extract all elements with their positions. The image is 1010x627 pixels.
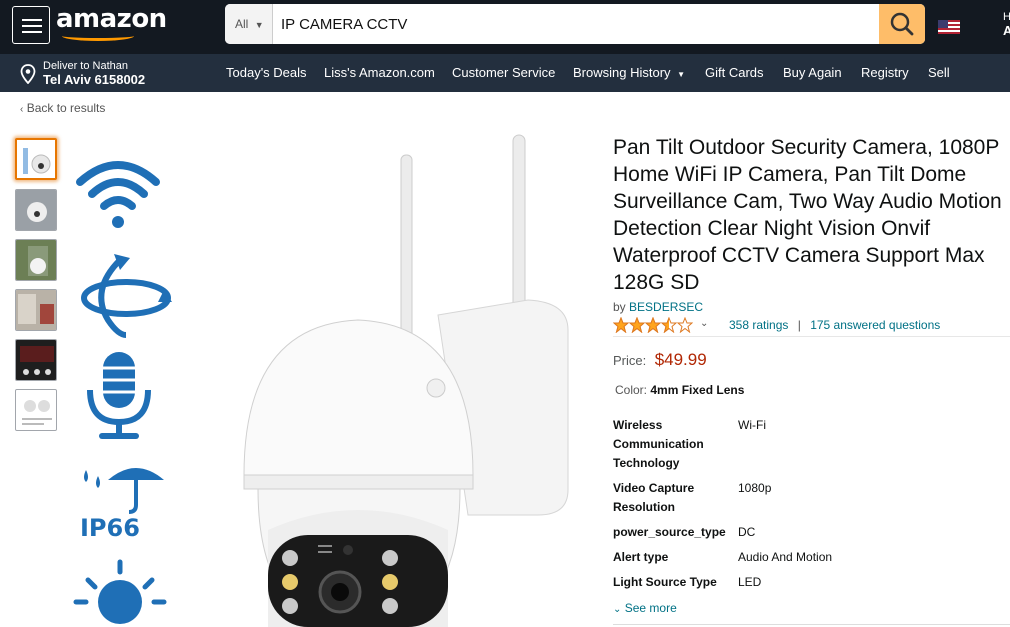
section-divider: [613, 336, 1010, 337]
spec-value-power-source: DC: [738, 525, 756, 539]
spec-key-light-source: Light Source Type: [613, 575, 717, 589]
price-label: Price:: [613, 353, 647, 368]
thumbnail-4[interactable]: [15, 289, 57, 331]
star-icon: [613, 317, 630, 333]
spec-key-alert-type: Alert type: [613, 550, 669, 564]
ip66-waterproof-icon: IP66: [80, 468, 164, 542]
price-value: $49.99: [654, 350, 707, 369]
thumbnail-3[interactable]: [15, 239, 57, 281]
brand-link[interactable]: BESDERSEC: [629, 300, 703, 314]
spec-key-resolution: Video Capture Resolution: [613, 481, 695, 514]
wifi-icon: [76, 161, 160, 228]
browsing-history-label: Browsing History: [573, 65, 671, 80]
back-to-results-link[interactable]: ‹ Back to results: [20, 101, 105, 115]
spec-value-light-source: LED: [738, 575, 762, 589]
us-flag-icon[interactable]: [938, 20, 960, 34]
color-selection: Color: 4mm Fixed Lens: [615, 383, 744, 397]
thumbnail-2[interactable]: [15, 189, 57, 231]
by-label: by: [613, 300, 626, 314]
rotation-icon: [81, 254, 172, 338]
star-icon: [644, 317, 662, 333]
spec-value-alert-type: Audio And Motion: [738, 550, 833, 564]
see-more-label: See more: [624, 601, 677, 615]
spec-value-resolution: 1080p: [738, 481, 772, 495]
search-button[interactable]: [879, 4, 925, 44]
hamburger-menu-button[interactable]: [12, 6, 50, 44]
deliver-location-label: Tel Aviv 6158002: [43, 72, 146, 87]
secondary-navbar: Deliver to Nathan Tel Aviv 6158002 Today…: [0, 54, 1010, 92]
product-title: Pan Tilt Outdoor Security Camera, 1080P …: [613, 136, 1002, 294]
search-category-select[interactable]: All ▼: [225, 4, 273, 44]
spec-value-wireless: Wi-Fi: [738, 418, 766, 432]
deliver-to-label: Deliver to Nathan: [43, 60, 128, 72]
account-label: A: [1003, 23, 1010, 38]
search-input[interactable]: [273, 4, 879, 44]
color-value: 4mm Fixed Lens: [650, 383, 745, 397]
location-pin-icon: [20, 64, 36, 84]
color-label: Color:: [615, 383, 648, 397]
ratings-separator: |: [797, 318, 801, 332]
back-to-results-label: Back to results: [26, 101, 106, 115]
star-icon: [628, 317, 646, 333]
search-bar: All ▼: [225, 4, 925, 44]
ip66-label: IP66: [80, 514, 140, 542]
search-icon: [890, 12, 914, 36]
nav-link-browsing-history[interactable]: Browsing History ▼: [573, 65, 685, 80]
nav-link-todays-deals[interactable]: Today's Deals: [226, 65, 307, 80]
account-greeting: H: [1003, 11, 1010, 23]
sun-icon: [73, 559, 167, 624]
see-more-link[interactable]: ⌄ See more: [613, 601, 677, 615]
nav-link-buy-again[interactable]: Buy Again: [783, 65, 842, 80]
chevron-left-icon: ‹: [20, 104, 24, 115]
main-product-image[interactable]: IP66: [68, 130, 598, 627]
star-icon: [676, 317, 693, 333]
microphone-icon: [87, 352, 151, 439]
answered-questions-link[interactable]: 175 answered questions: [810, 318, 940, 332]
ratings-summary: 358 ratings | 175 answered questions: [729, 318, 940, 332]
nav-link-sell[interactable]: Sell: [928, 65, 950, 80]
nav-link-liss-amazon[interactable]: Liss's Amazon.com: [324, 65, 435, 80]
thumbnail-1[interactable]: [15, 138, 57, 180]
amazon-logo[interactable]: amazon: [56, 4, 167, 34]
logo-smile-icon: [62, 31, 134, 41]
star-icon: [660, 317, 678, 333]
caret-down-icon: ▼: [677, 70, 686, 79]
ratings-count-link[interactable]: 358 ratings: [729, 318, 788, 332]
spec-key-wireless: Wireless Communication Technology: [613, 418, 704, 470]
nav-link-gift-cards[interactable]: Gift Cards: [705, 65, 764, 80]
rating-dropdown-chevron-icon[interactable]: ⌄: [700, 318, 708, 329]
price-row: Price: $49.99: [613, 350, 707, 370]
camera-illustration: [243, 134, 569, 627]
nav-link-registry[interactable]: Registry: [861, 65, 909, 80]
top-navbar: amazon All ▼ H A: [0, 0, 1010, 54]
thumbnail-5[interactable]: [15, 339, 57, 381]
brand-byline: by BESDERSEC: [613, 300, 703, 314]
thumbnail-6[interactable]: [15, 389, 57, 431]
spec-key-power-source: power_source_type: [613, 525, 726, 539]
chevron-down-icon: ⌄: [613, 604, 622, 615]
nav-link-customer-service[interactable]: Customer Service: [452, 65, 555, 80]
account-menu[interactable]: H A: [1003, 10, 1010, 38]
star-rating[interactable]: [613, 317, 693, 333]
bottom-divider: [613, 624, 1010, 625]
